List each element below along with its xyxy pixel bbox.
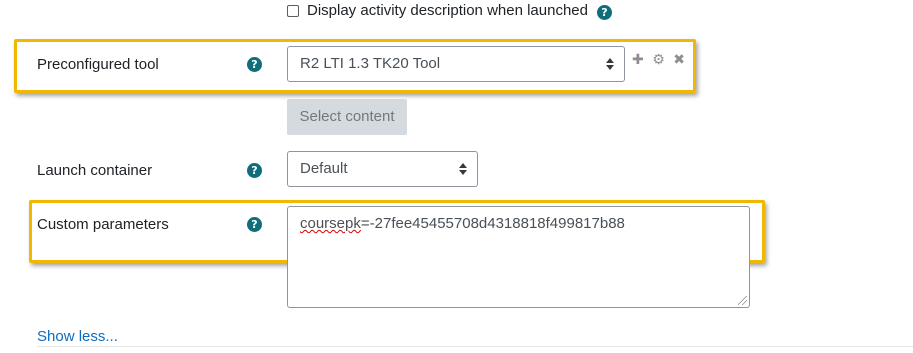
launch-container-select[interactable]: Default xyxy=(287,151,478,187)
help-icon-custom-parameters[interactable]: ? xyxy=(247,217,262,232)
display-description-checkbox[interactable] xyxy=(287,5,299,17)
help-icon-display-description[interactable]: ? xyxy=(597,5,612,20)
select-content-button[interactable]: Select content xyxy=(287,99,407,135)
custom-parameter-value: =-27fee45455708d4318818f499817b88 xyxy=(360,215,625,232)
divider xyxy=(37,346,913,347)
select-arrows-icon xyxy=(459,163,467,175)
close-icon[interactable]: ✖ xyxy=(673,52,685,68)
preconfigured-tool-select[interactable]: R2 LTI 1.3 TK20 Tool xyxy=(287,46,625,82)
select-arrows-icon xyxy=(606,58,614,70)
preconfigured-tool-value: R2 LTI 1.3 TK20 Tool xyxy=(300,55,441,72)
tool-actions: ✚ ⚙ ✖ xyxy=(632,52,689,68)
gear-icon[interactable]: ⚙ xyxy=(652,52,665,68)
resize-handle-icon[interactable] xyxy=(738,296,747,305)
launch-container-label: Launch container xyxy=(37,162,153,179)
help-icon-preconfigured-tool[interactable]: ? xyxy=(247,57,262,72)
custom-parameters-label: Custom parameters xyxy=(37,216,169,233)
preconfigured-tool-label: Preconfigured tool xyxy=(37,56,159,73)
help-icon-launch-container[interactable]: ? xyxy=(247,163,262,178)
display-description-label[interactable]: Display activity description when launch… xyxy=(307,2,588,19)
plus-icon[interactable]: ✚ xyxy=(632,52,644,68)
show-less-link[interactable]: Show less... xyxy=(37,328,118,345)
custom-parameters-textarea[interactable]: coursepk=-27fee45455708d4318818f499817b8… xyxy=(287,206,750,308)
launch-container-value: Default xyxy=(300,160,348,177)
custom-parameter-key: coursepk xyxy=(300,215,361,232)
